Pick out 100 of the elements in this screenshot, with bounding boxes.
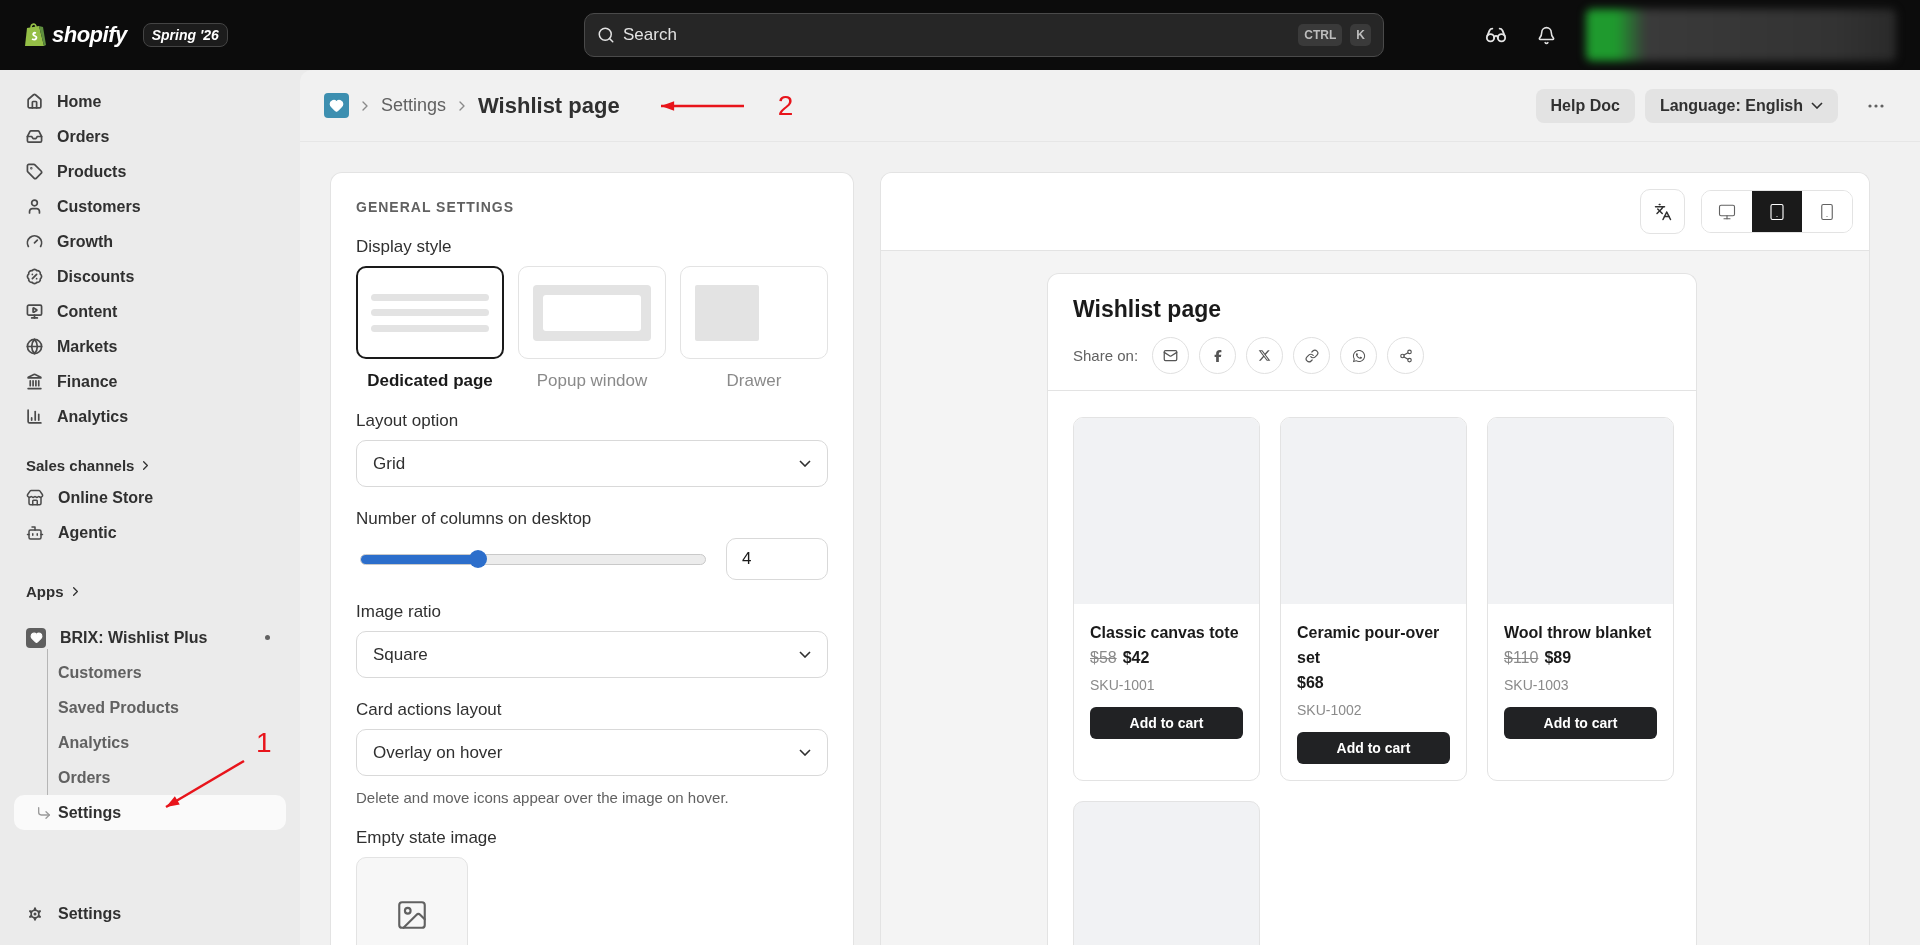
field-label: Layout option (356, 411, 460, 431)
section-heading[interactable]: Apps (14, 576, 286, 606)
shortcut-key: K (1350, 24, 1371, 46)
breadcrumb-link[interactable]: Settings (381, 95, 447, 116)
product-sku: SKU-1001 (1090, 677, 1156, 693)
whatsapp-icon (1351, 348, 1366, 363)
language-dropdown[interactable]: Language: English (1644, 88, 1838, 123)
inbox-icon (26, 128, 43, 145)
tablet-view-button[interactable] (1752, 191, 1802, 232)
compare-price: $110 (1504, 649, 1539, 667)
product-price: $68 (1297, 674, 1324, 692)
blurred-account-area[interactable] (1586, 9, 1896, 61)
drawer-layout-drawing (695, 284, 759, 341)
translate-button[interactable] (1640, 189, 1685, 234)
edition-badge: Spring '26 (142, 23, 228, 47)
compare-price: $58 (1090, 649, 1117, 667)
chevron-down-icon (799, 651, 811, 658)
section-heading: GENERAL SETTINGS (356, 199, 516, 215)
shopify-bag-icon (24, 22, 46, 48)
nav-subitem[interactable]: Orders (14, 760, 123, 795)
option-label: Popup window (536, 371, 648, 391)
help-text: Delete and move icons appear over the image on hover. (356, 789, 730, 806)
person-icon (26, 198, 43, 215)
share-icon (1398, 348, 1413, 363)
field-label: Image ratio (356, 602, 443, 622)
image-upload-box[interactable] (356, 857, 468, 945)
number-input[interactable]: 4 (726, 538, 828, 580)
nav-item[interactable]: Customers (14, 189, 286, 224)
phone-icon (1818, 202, 1836, 221)
gear-icon (26, 904, 44, 923)
x-icon (1258, 349, 1272, 362)
display-style-option[interactable] (356, 266, 504, 359)
search-icon (597, 26, 615, 44)
nav-subitem[interactable]: Saved Products (14, 690, 191, 725)
share-button[interactable] (1387, 337, 1425, 374)
bar-chart-icon (26, 408, 43, 425)
nav-item[interactable]: Agentic (14, 515, 286, 550)
ellipsis-icon (1868, 103, 1884, 108)
select-field[interactable]: Grid (356, 440, 828, 487)
monitor-image-icon (26, 303, 43, 320)
field-label: Display style (356, 237, 453, 257)
nav-item[interactable]: Settings (14, 896, 286, 931)
nav-subitem[interactable]: Analytics (14, 725, 142, 760)
share-button[interactable] (1246, 337, 1284, 374)
nav-item[interactable]: Products (14, 154, 286, 189)
product-name: Classic canvas tote (1090, 623, 1240, 643)
nav-item[interactable]: Home (14, 84, 286, 119)
help-doc-button[interactable]: Help Doc (1535, 88, 1635, 123)
bot-icon (26, 523, 44, 542)
nav-item[interactable]: Markets (14, 329, 286, 364)
slider-thumb[interactable] (468, 550, 487, 568)
mail-icon (1163, 348, 1179, 363)
percent-badge-icon (26, 268, 43, 285)
section-heading[interactable]: Sales channels (14, 450, 286, 480)
nav-item[interactable]: Growth (14, 224, 286, 259)
desktop-icon (1718, 202, 1736, 221)
share-button[interactable] (1199, 337, 1237, 374)
nav-item[interactable]: Discounts (14, 259, 286, 294)
add-to-cart-button[interactable]: Add to cart (1090, 707, 1243, 739)
gauge-icon (26, 233, 43, 250)
share-button[interactable] (1293, 337, 1331, 374)
product-sku: SKU-1002 (1297, 702, 1363, 718)
preview-title: Wishlist page (1073, 296, 1223, 323)
status-dot (265, 635, 270, 640)
nav-item[interactable]: Analytics (14, 399, 286, 434)
nav-subitem[interactable]: Settings (14, 795, 286, 830)
home-icon (26, 93, 43, 110)
tag-icon (26, 163, 43, 180)
globe-icon (26, 338, 43, 355)
add-to-cart-button[interactable]: Add to cart (1297, 732, 1450, 764)
field-label: Number of columns on desktop (356, 509, 593, 529)
columns-slider[interactable] (360, 553, 706, 565)
select-field[interactable]: Overlay on hover (356, 729, 828, 776)
field-label: Empty state image (356, 828, 498, 848)
product-price: $89 (1544, 649, 1572, 667)
image-icon (395, 898, 429, 932)
share-button[interactable] (1340, 337, 1378, 374)
product-name: Wool throw blanket (1504, 623, 1653, 643)
tablet-icon (1768, 202, 1786, 221)
nav-item[interactable]: BRIX: Wishlist Plus (14, 620, 286, 655)
annotation-number: 2 (777, 89, 794, 122)
nav-item[interactable]: Orders (14, 119, 286, 154)
branch-arrow-icon (36, 804, 52, 821)
share-button[interactable] (1152, 337, 1190, 374)
chevron-down-icon (799, 460, 811, 467)
select-field[interactable]: Square (356, 631, 828, 678)
option-label: Dedicated page (367, 371, 493, 391)
notification-bell-icon[interactable] (1537, 25, 1556, 45)
product-name: Ceramic pour-over set (1297, 623, 1441, 668)
nav-item[interactable]: Content (14, 294, 286, 329)
link-icon (1304, 348, 1319, 363)
chevron-down-icon (1811, 102, 1823, 109)
shortcut-key: CTRL (1298, 24, 1343, 46)
add-to-cart-button[interactable]: Add to cart (1504, 707, 1657, 739)
nav-subitem[interactable]: Customers (14, 655, 154, 690)
translate-icon (1653, 202, 1672, 221)
nav-item[interactable]: Online Store (14, 480, 286, 515)
nav-item[interactable]: Finance (14, 364, 286, 399)
search-field[interactable]: Search CTRL K (584, 13, 1384, 57)
share-label: Share on: (1073, 347, 1139, 364)
